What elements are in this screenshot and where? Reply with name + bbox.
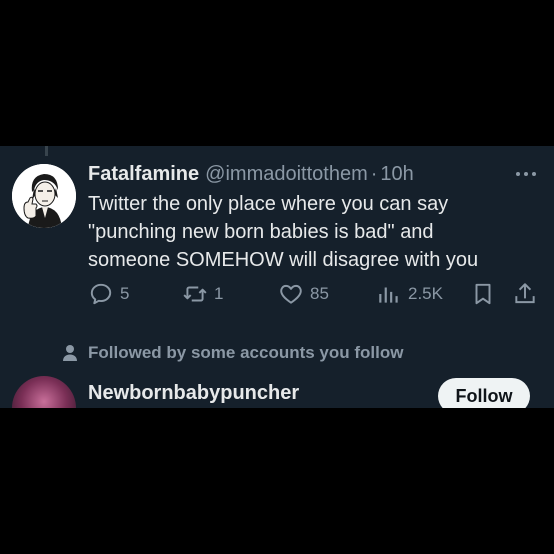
more-horizontal-icon	[516, 172, 536, 176]
author-avatar[interactable]	[12, 164, 76, 228]
header-separator: ·	[370, 163, 378, 185]
suggested-user-avatar[interactable]	[12, 376, 76, 408]
cartoon-avatar-icon	[12, 164, 76, 228]
tweet-panel: Fatalfamine @immadoittothem · 10h Twitte…	[0, 146, 554, 408]
reply-count: 5	[120, 284, 130, 303]
social-context: Followed by some accounts you follow	[60, 343, 403, 363]
more-options-button[interactable]	[512, 162, 540, 186]
author-display-name[interactable]: Fatalfamine	[88, 160, 199, 188]
retweet-count: 1	[214, 284, 224, 303]
tweet-text-line: someone SOMEHOW will disagree with you	[88, 249, 479, 271]
author-handle[interactable]: @immadoittothem	[205, 160, 368, 188]
views-icon	[379, 287, 398, 303]
social-context-text: Followed by some accounts you follow	[88, 343, 404, 362]
retweet-button[interactable]: 1	[182, 280, 223, 308]
tweet-text: Twitter the only place where you can say…	[88, 190, 538, 274]
bookmark-icon	[475, 283, 491, 305]
tweet-header: Fatalfamine @immadoittothem · 10h	[88, 160, 414, 188]
reply-button[interactable]: 5	[88, 280, 129, 308]
retweet-icon	[183, 286, 207, 302]
views-button[interactable]: 2.5K	[376, 280, 443, 308]
follow-button[interactable]: Follow	[438, 378, 530, 408]
bookmark-button[interactable]	[470, 280, 496, 308]
like-button[interactable]: 85	[278, 280, 329, 308]
like-count: 85	[310, 284, 329, 303]
person-icon	[63, 345, 77, 361]
tweet-text-line: Twitter the only place where you can say	[88, 193, 449, 215]
share-icon	[515, 283, 535, 304]
heart-icon	[280, 284, 302, 304]
tweet-text-line: "punching new born babies is bad" and	[88, 221, 434, 243]
views-count: 2.5K	[408, 284, 443, 303]
tweet-actions: 5 1 85 2.5K	[88, 280, 540, 308]
thread-line-top	[45, 146, 48, 156]
reply-icon	[90, 283, 112, 305]
share-button[interactable]	[512, 280, 538, 308]
suggested-user-name[interactable]: Newbornbabypuncher	[88, 382, 299, 405]
tweet-timestamp[interactable]: 10h	[380, 160, 413, 188]
